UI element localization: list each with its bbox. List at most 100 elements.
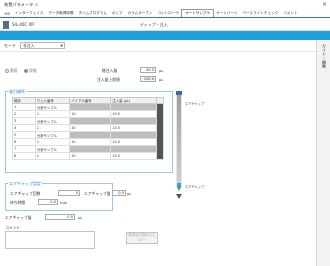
cell-vial[interactable]: 10 <box>69 110 112 118</box>
tab-time-program[interactable]: タイムプログラム <box>76 10 109 17</box>
cell-vial[interactable]: 10 <box>69 152 112 160</box>
airgap2-field[interactable]: 0.0 <box>45 214 75 220</box>
cell-order: 2 <box>12 110 36 118</box>
airgap-volume-label: エアギャップ量 <box>84 191 111 196</box>
autosampler-icon <box>3 21 9 29</box>
mode-label: モード <box>4 43 16 48</box>
comment-field[interactable] <box>5 231 95 249</box>
cell-well[interactable]: 1 <box>34 110 71 118</box>
cell-order: 5 <box>12 131 36 139</box>
device-bar: SIL-40C XR ディップ・注入 <box>0 19 330 31</box>
total-volume-field: 100.0 <box>140 76 156 82</box>
table-row[interactable]: 8 1 10 10.0 <box>12 152 164 160</box>
mode-bar: モード 非注入 ▼ <box>0 40 316 52</box>
cell-vial[interactable] <box>69 131 112 139</box>
cell-volume[interactable]: 10.0 <box>110 124 158 132</box>
radio-detailed[interactable]: 詳細 <box>24 68 37 74</box>
radio-simple[interactable]: 簡易 <box>5 68 18 74</box>
table-row[interactable]: 6 1 10 10.0 <box>12 138 164 146</box>
cell-well[interactable]: 1 <box>34 138 71 146</box>
cell-volume[interactable] <box>110 145 158 153</box>
inject-volume-unit: µL <box>159 68 164 73</box>
total-volume-unit: µL <box>159 77 164 82</box>
cell-well[interactable]: 分析サンプル <box>34 131 71 139</box>
probe-bottom-label: エアギャップ <box>185 185 205 189</box>
tab-column-oven[interactable]: カラムオーブン <box>125 10 155 17</box>
close-icon[interactable]: × <box>322 1 327 8</box>
table-row[interactable]: 5 分析サンプル <box>12 131 164 139</box>
device-name: SIL-40C XR <box>12 22 34 27</box>
airgap2-unit: µL <box>78 215 83 220</box>
airgap-group <box>5 183 113 211</box>
airgap-wait-unit: min <box>60 200 68 205</box>
inject-volume-field[interactable]: 40.0 <box>140 67 156 73</box>
tab-baseline-check[interactable]: ベースラインチェック <box>240 10 281 17</box>
cell-vial[interactable]: 10 <box>69 124 112 132</box>
tab-acquisition-time[interactable]: データ取得時間 <box>46 10 76 17</box>
cell-vial[interactable] <box>69 145 112 153</box>
airgap-wait-field[interactable]: 0.0 <box>38 199 58 205</box>
airgap-count-field[interactable]: 0 <box>58 190 80 196</box>
window: 装置パラメータ ⊞ × MS インターフェイス データ取得時間 タイムプログラム… <box>0 0 330 266</box>
table-scrollbar[interactable] <box>156 103 164 160</box>
cell-order: 3 <box>12 117 36 125</box>
inject-volume-label: 総注入量 <box>102 68 118 73</box>
airgap-title: エアギャップ設定 <box>8 181 42 187</box>
tab-ms[interactable]: MS <box>2 11 12 17</box>
cell-vial[interactable] <box>69 103 112 111</box>
sequence-title: 吸引順序 <box>8 89 26 95</box>
tab-controller[interactable]: コントローラ <box>155 10 182 17</box>
device-label: ディップ・注入 <box>140 22 168 27</box>
table-row[interactable]: 7 分析サンプル <box>12 145 164 153</box>
airgap-wait-label: 待ち時間 <box>10 200 26 205</box>
cell-volume[interactable]: 10.0 <box>110 152 158 160</box>
cell-volume[interactable] <box>110 103 158 111</box>
airgap2-label: エアギャップ量 <box>5 215 32 220</box>
table-row[interactable]: 1 分析サンプル <box>12 103 164 160</box>
airgap-count-label: エアギャップ回数 <box>10 191 41 196</box>
cell-volume[interactable] <box>110 117 158 125</box>
chevron-down-icon: ▼ <box>60 44 63 48</box>
cell-order: 1 <box>12 103 36 111</box>
cell-order: 6 <box>12 138 36 146</box>
side-panel[interactable]: ガイド・編集 <box>316 40 330 266</box>
table-row[interactable]: 2 1 10 10.0 <box>12 110 164 118</box>
mode-select[interactable]: 非注入 ▼ <box>20 42 65 49</box>
cell-volume[interactable]: 10.0 <box>110 110 158 118</box>
title-bar: 装置パラメータ ⊞ <box>0 0 330 10</box>
tab-interface[interactable]: インターフェイス <box>12 10 45 17</box>
tab-bar: MS インターフェイス データ取得時間 タイムプログラム ポンプ カラムオーブン… <box>0 9 330 18</box>
cell-well[interactable]: 分析サンプル <box>34 117 71 125</box>
tab-pump[interactable]: ポンプ <box>109 10 125 17</box>
cell-volume[interactable] <box>110 131 158 139</box>
airgap-volume-unit: µL <box>127 191 132 196</box>
cell-well[interactable]: 分析サンプル <box>34 145 71 153</box>
cell-well[interactable]: 1 <box>34 124 71 132</box>
cell-well[interactable]: 分析サンプル <box>34 103 71 111</box>
cell-vial[interactable]: 10 <box>69 138 112 146</box>
radio-detailed-label: 詳細 <box>29 68 37 73</box>
cell-order: 8 <box>12 152 36 160</box>
radio-simple-label: 簡易 <box>10 68 18 73</box>
cell-vial[interactable] <box>69 117 112 125</box>
pin-icon: ⊞ <box>35 3 39 7</box>
airgap-volume-field[interactable]: 0.0 <box>112 190 126 196</box>
tab-comment[interactable]: コメント <box>281 10 300 17</box>
radio-simple-dot <box>5 69 9 73</box>
tab-autopurge[interactable]: オートパージ <box>214 10 241 17</box>
cell-order: 7 <box>12 145 36 153</box>
probe-illustration <box>175 91 183 206</box>
table-row[interactable]: 3 分析サンプル <box>12 117 164 125</box>
cell-order: 4 <box>12 124 36 132</box>
table-row[interactable]: 4 1 10 10.0 <box>12 124 164 132</box>
needle-icon <box>176 91 182 199</box>
cell-well[interactable]: 1 <box>34 152 71 160</box>
tab-autosampler[interactable]: オートサンプラ <box>181 9 214 17</box>
mode-value: 非注入 <box>23 43 35 48</box>
side-panel-label: ガイド・編集 <box>322 44 327 68</box>
probe-top-label: エアギャップ <box>185 102 205 106</box>
sequence-table: 順序 ウェル番号 バイアル番号 注入量 (µL) 1 分析サンプル 2 1 10… <box>12 97 164 160</box>
copy-from-simple-button[interactable]: 簡易吸引順序からコピー <box>126 232 158 244</box>
cell-volume[interactable]: 10.0 <box>110 138 158 146</box>
window-title: 装置パラメータ <box>4 2 34 7</box>
